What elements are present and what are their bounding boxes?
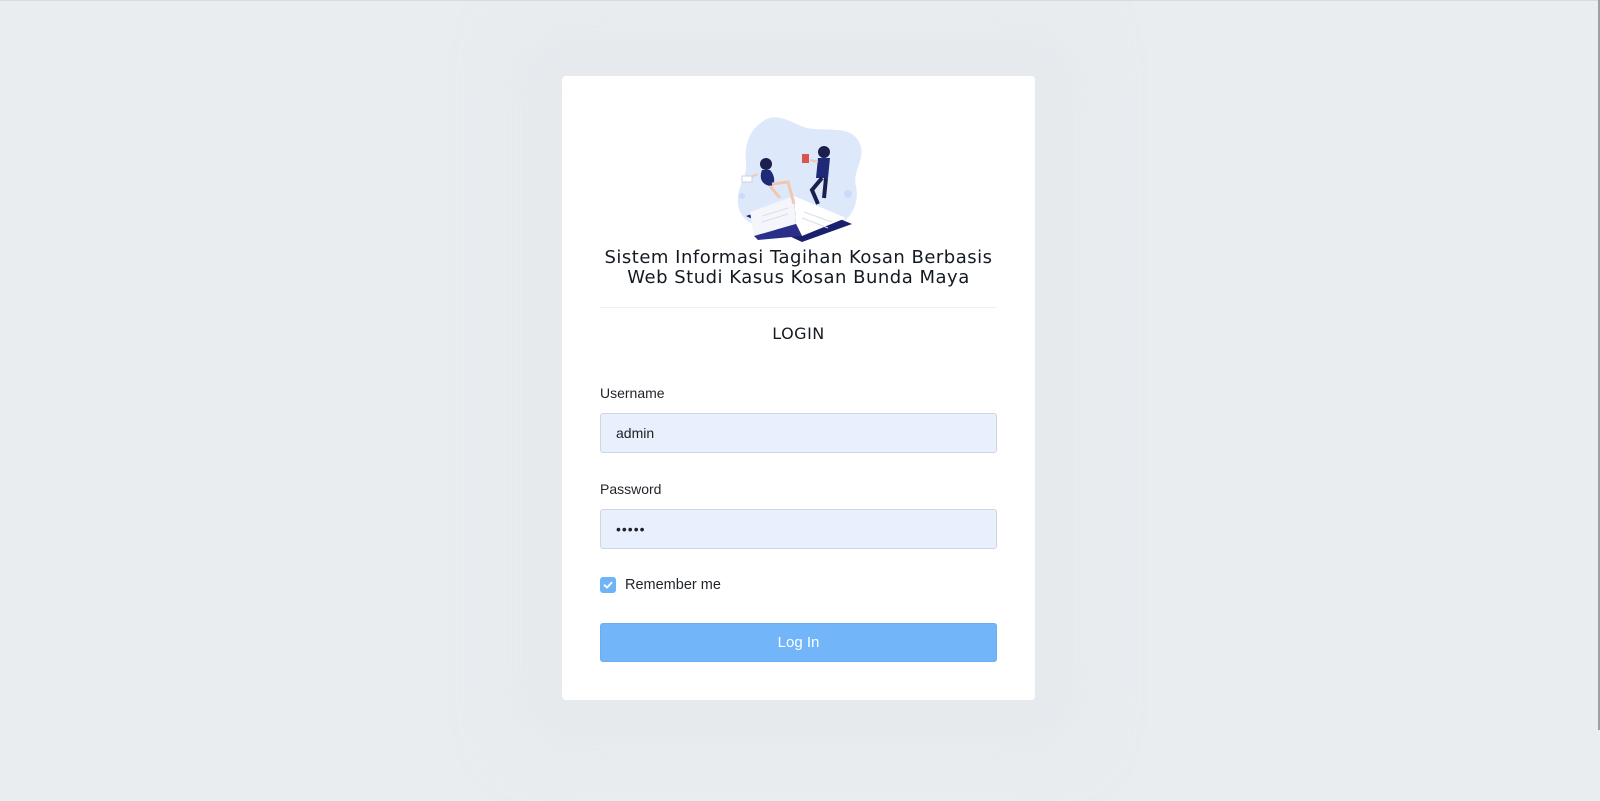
username-input[interactable] (600, 413, 997, 453)
check-icon (603, 581, 613, 589)
password-input[interactable] (600, 509, 997, 549)
login-heading: LOGIN (772, 324, 825, 343)
username-label: Username (600, 385, 665, 401)
login-card: Sistem Informasi Tagihan Kosan Berbasis … (562, 76, 1035, 700)
login-button[interactable]: Log In (600, 623, 997, 662)
title-divider (600, 307, 997, 308)
login-page: Sistem Informasi Tagihan Kosan Berbasis … (0, 0, 1600, 801)
remember-me-row[interactable]: Remember me (600, 576, 721, 594)
remember-me-label: Remember me (625, 577, 721, 593)
remember-me-checkbox[interactable] (600, 577, 616, 593)
app-title: Sistem Informasi Tagihan Kosan Berbasis … (604, 247, 993, 288)
password-label: Password (600, 481, 662, 497)
reading-book-illustration (737, 117, 862, 242)
top-border (0, 0, 1600, 1)
